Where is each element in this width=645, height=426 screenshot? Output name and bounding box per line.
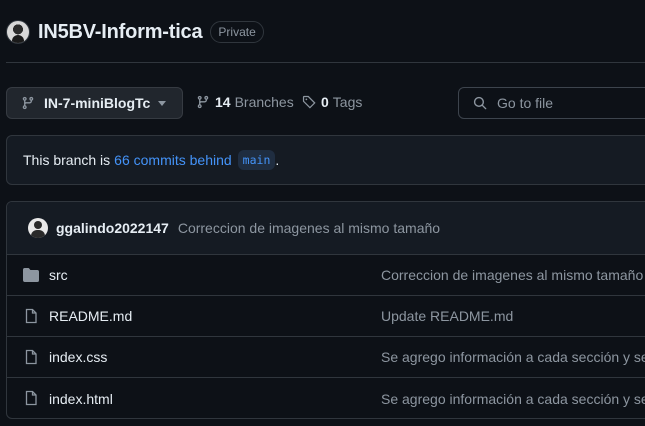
chevron-down-icon [158,101,166,106]
file-icon [25,308,37,324]
table-row[interactable]: index.css Se agrego información a cada s… [7,337,645,378]
search-icon [473,96,487,110]
branch-status-suffix: . [275,152,280,168]
file-icon [25,349,37,365]
base-branch-label[interactable]: main [237,150,276,170]
file-commit-message[interactable]: Se agrego información a cada sección y s… [381,349,645,365]
folder-icon [23,268,39,282]
git-branch-icon [197,95,209,109]
commit-author[interactable]: ggalindo2022147 [56,220,169,236]
owner-avatar[interactable] [6,20,30,44]
commit-message[interactable]: Correccion de imagenes al mismo tamaño [178,220,440,236]
file-table: ggalindo2022147 Correccion de imagenes a… [6,201,645,419]
branches-link[interactable]: 14 Branches [196,94,294,110]
tag-icon [302,95,316,109]
header-divider [6,62,645,63]
repo-name[interactable]: IN5BV-Inform-tica [38,21,203,44]
file-commit-message[interactable]: Se agrego información a cada sección y s… [381,391,645,407]
branches-label: Branches [234,94,294,110]
repo-header: IN5BV-Inform-tica Private [6,18,264,46]
tags-label: Tags [332,94,363,110]
table-row[interactable]: index.html Se agrego información a cada … [7,378,645,418]
go-to-file-search[interactable] [458,87,645,119]
branches-count: 14 [215,94,231,110]
file-commit-message[interactable]: Correccion de imagenes al mismo tamaño [381,267,643,283]
table-row[interactable]: src Correccion de imagenes al mismo tama… [7,255,645,296]
search-input[interactable] [495,94,645,112]
branch-selector-button[interactable]: IN-7-miniBlogTc [6,87,183,119]
git-branch-icon [22,96,34,110]
file-name[interactable]: README.md [49,308,132,324]
tags-count: 0 [321,94,329,110]
file-name[interactable]: src [49,267,68,283]
visibility-badge: Private [210,21,264,43]
repo-page: IN5BV-Inform-tica Private IN-7-miniBlogT… [0,0,645,426]
latest-commit-row: ggalindo2022147 Correccion de imagenes a… [7,202,645,255]
file-icon [25,390,37,406]
file-name[interactable]: index.css [49,349,107,365]
file-name[interactable]: index.html [49,391,113,407]
avatar[interactable] [28,218,48,238]
commits-behind-link[interactable]: 66 commits behind [114,152,232,168]
branch-status-box: This branch is 66 commits behind main . [6,135,645,185]
branch-status-prefix: This branch is [23,152,111,168]
tags-link[interactable]: 0 Tags [302,94,362,110]
table-row[interactable]: README.md Update README.md [7,296,645,337]
branch-name: IN-7-miniBlogTc [44,95,151,111]
file-commit-message[interactable]: Update README.md [381,308,513,324]
